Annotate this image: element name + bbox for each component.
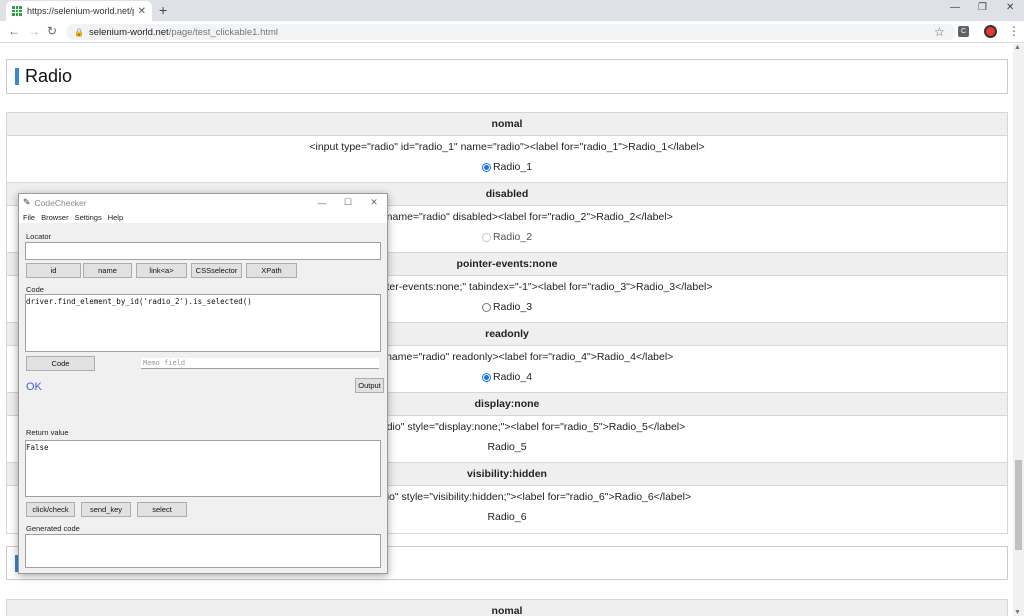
table-row: <input type="radio" id="radio_1" name="r…	[7, 136, 1007, 183]
window-title: CodeChecker	[34, 197, 87, 208]
output-button[interactable]: Output	[355, 378, 384, 393]
radio-label[interactable]: Radio_4	[493, 371, 532, 383]
return-value-textarea[interactable]: False	[25, 440, 381, 497]
avatar[interactable]	[984, 25, 997, 38]
lock-icon: 🔒	[74, 27, 84, 37]
address-bar[interactable]: 🔒 selenium-world.net/page/test_clickable…	[66, 24, 956, 40]
new-tab-button[interactable]: +	[159, 2, 167, 18]
url-host: selenium-world.net	[88, 26, 169, 38]
section-header: Radio	[6, 59, 1008, 94]
minimize-icon[interactable]: —	[950, 2, 960, 13]
radio-label[interactable]: Radio_1	[493, 161, 532, 173]
row-header: nomal	[7, 113, 1007, 136]
radio-label[interactable]: Radio_5	[487, 441, 526, 453]
window-close-icon[interactable]: ✕	[1006, 2, 1014, 13]
maximize-icon[interactable]: ☐	[335, 197, 361, 208]
radio-2	[481, 232, 491, 242]
tab-bar: https://selenium-world.net/page ✕ + — ❐ …	[0, 0, 1024, 21]
generated-code-textarea[interactable]	[25, 534, 381, 568]
section-accent-bar	[15, 68, 19, 85]
reload-icon[interactable]: ↻	[47, 24, 57, 38]
codechecker-titlebar: ✎ CodeChecker — ☐ ✕	[19, 194, 387, 211]
radio-label: Radio_6	[487, 511, 527, 523]
code-label: Code	[26, 285, 44, 294]
radio-label: Radio_2	[492, 231, 533, 243]
restore-icon[interactable]: ❐	[978, 2, 987, 13]
name-button[interactable]: name	[83, 263, 132, 278]
page-scrollbar[interactable]: ▲ ▼	[1013, 44, 1024, 616]
memo-field[interactable]: Memo field	[141, 358, 379, 369]
menu-file[interactable]: File	[23, 213, 35, 222]
locator-label: Locator	[26, 232, 52, 241]
tab-title: https://selenium-world.net/page	[27, 6, 134, 16]
generated-code-label: Generated code	[26, 524, 80, 533]
radio-4[interactable]	[481, 372, 491, 382]
id-button[interactable]: id	[26, 263, 81, 278]
code-text: <input type="radio" id="radio_1" name="r…	[309, 141, 705, 153]
locator-input[interactable]	[25, 242, 381, 260]
minimize-icon[interactable]: —	[309, 198, 335, 208]
return-value-label: Return value	[26, 428, 69, 437]
feather-icon: ✎	[23, 197, 31, 207]
menu-bar: File Browser Settings Help	[19, 211, 387, 223]
menu-help[interactable]: Help	[108, 213, 123, 222]
extension-icon[interactable]: C	[958, 26, 969, 37]
url-path: /page/test_clickable1.html	[168, 26, 279, 38]
code-textarea[interactable]: driver.find_element_by_id('radio_2').is_…	[25, 294, 381, 352]
back-icon[interactable]: ←	[8, 24, 20, 38]
row-header: nomal	[7, 600, 1007, 616]
bookmark-star-icon[interactable]: ☆	[934, 25, 945, 39]
click-check-button[interactable]: click/check	[26, 502, 75, 517]
forward-icon[interactable]: →	[28, 24, 40, 38]
close-icon[interactable]: ✕	[361, 197, 387, 208]
code-button[interactable]: Code	[26, 356, 95, 371]
radio-3	[481, 302, 491, 312]
xpath-button[interactable]: XPath	[246, 263, 297, 278]
menu-kebab-icon[interactable]: ⋮	[1008, 24, 1020, 38]
tab-close-icon[interactable]: ✕	[138, 6, 146, 17]
site-favicon-icon	[12, 6, 22, 16]
cssselector-button[interactable]: CSSselector	[191, 263, 242, 278]
codechecker-window: ✎ CodeChecker — ☐ ✕ File Browser Setting…	[18, 193, 388, 574]
next-table: nomal	[6, 599, 1008, 616]
link-button[interactable]: link<a>	[136, 263, 187, 278]
menu-settings[interactable]: Settings	[75, 213, 102, 222]
menu-browser[interactable]: Browser	[41, 213, 69, 222]
radio-label: Radio_3	[492, 301, 533, 313]
browser-tab[interactable]: https://selenium-world.net/page ✕	[6, 1, 152, 21]
scrollbar-thumb[interactable]	[1015, 460, 1022, 550]
status-text: OK	[26, 381, 42, 393]
section-title: Radio	[25, 66, 73, 86]
scroll-down-icon[interactable]: ▼	[1014, 609, 1021, 616]
radio-1[interactable]	[481, 162, 491, 172]
browser-toolbar: ← → ↻ 🔒 selenium-world.net/page/test_cli…	[0, 21, 1024, 43]
send-key-button[interactable]: send_key	[81, 502, 131, 517]
select-button[interactable]: select	[137, 502, 187, 517]
scroll-up-icon[interactable]: ▲	[1014, 44, 1021, 51]
